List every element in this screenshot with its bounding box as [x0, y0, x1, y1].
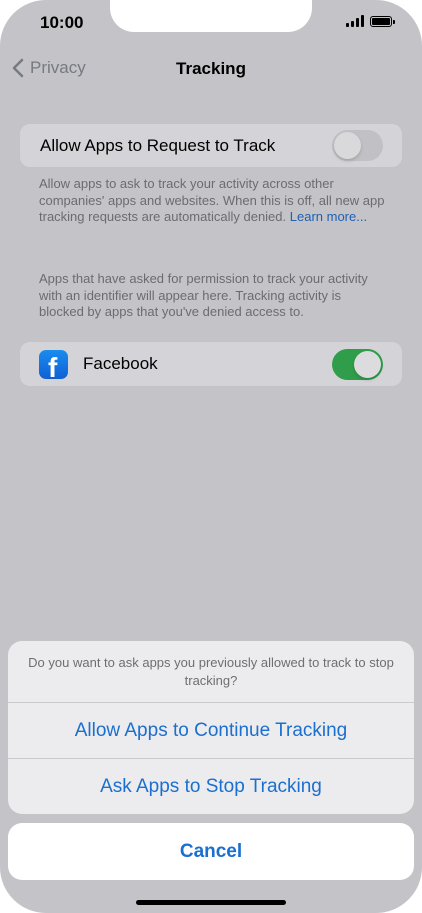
toggle-knob	[334, 132, 361, 159]
toggle-knob	[354, 351, 381, 378]
allow-request-row: Allow Apps to Request to Track	[20, 124, 402, 167]
allow-request-toggle[interactable]	[332, 130, 383, 161]
screen: 10:00 Privacy Tracking Allow Apps to Req…	[0, 0, 422, 913]
cancel-button[interactable]: Cancel	[8, 823, 414, 880]
learn-more-link[interactable]: Learn more...	[290, 209, 367, 224]
cellular-signal-icon	[346, 15, 364, 27]
status-time: 10:00	[40, 13, 84, 32]
allow-continue-tracking-button[interactable]: Allow Apps to Continue Tracking	[8, 703, 414, 759]
app-name: Facebook	[83, 354, 158, 373]
notch	[110, 0, 312, 32]
page-title: Tracking	[176, 59, 246, 78]
facebook-icon: f	[39, 350, 68, 379]
action-sheet: Do you want to ask apps you previously a…	[8, 641, 414, 814]
apps-footnote: Apps that have asked for permission to t…	[39, 271, 368, 319]
status-icons	[346, 15, 395, 27]
ask-stop-tracking-button[interactable]: Ask Apps to Stop Tracking	[8, 759, 414, 814]
action-sheet-message: Do you want to ask apps you previously a…	[28, 655, 394, 688]
allow-footnote: Allow apps to ask to track your activity…	[39, 176, 385, 226]
home-indicator	[136, 900, 286, 905]
app-row-facebook: Facebook	[20, 342, 402, 386]
allow-request-label: Allow Apps to Request to Track	[40, 136, 276, 155]
battery-icon	[370, 15, 395, 27]
facebook-tracking-toggle[interactable]	[332, 349, 383, 380]
navigation-bar: Privacy Tracking	[0, 52, 422, 84]
